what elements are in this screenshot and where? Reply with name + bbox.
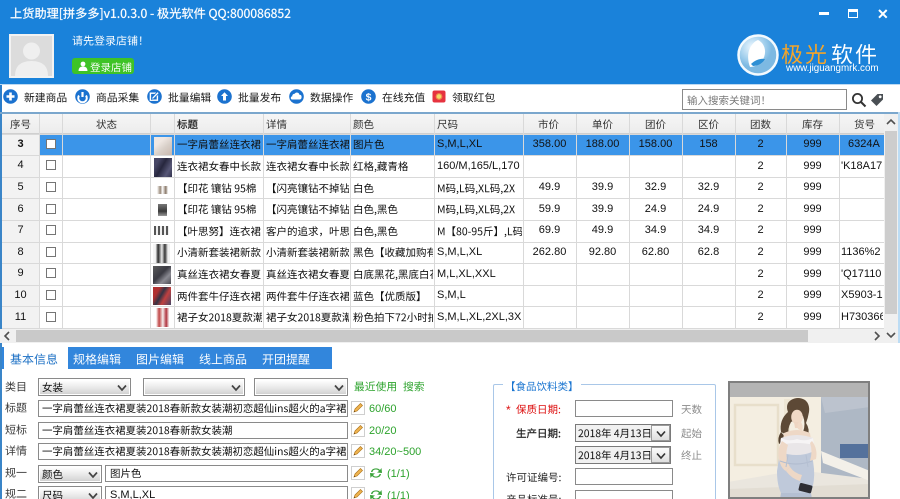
svg-text:$: $ [366, 91, 372, 103]
